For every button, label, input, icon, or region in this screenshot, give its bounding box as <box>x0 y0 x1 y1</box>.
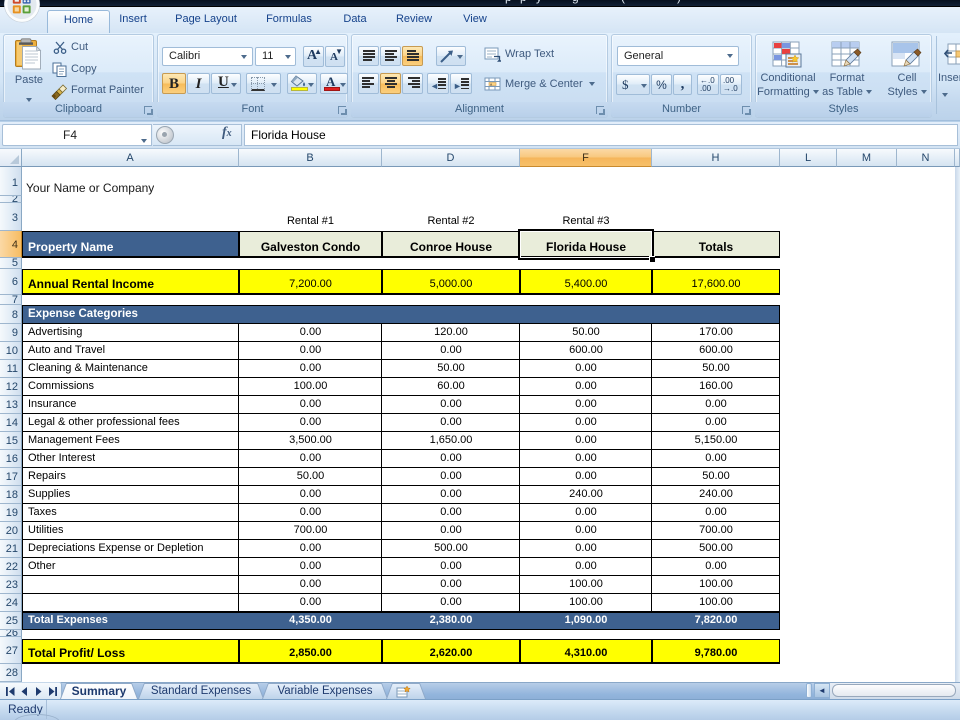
svg-text:a: a <box>490 82 492 87</box>
